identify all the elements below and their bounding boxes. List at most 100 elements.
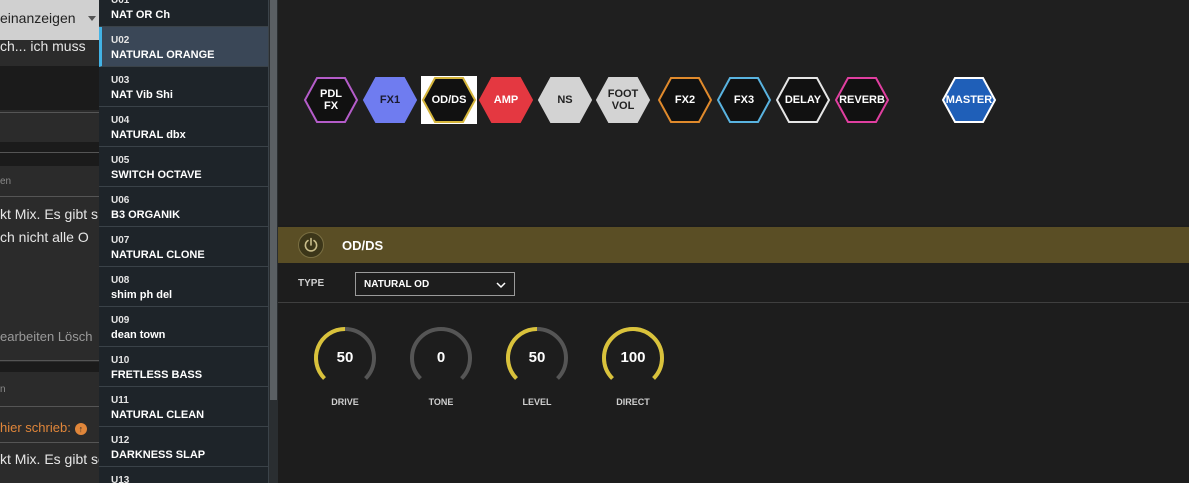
preset-name: SWITCH OCTAVE xyxy=(111,169,202,181)
knob-value: 100 xyxy=(620,349,646,366)
chain-block-delay[interactable]: DELAY xyxy=(775,76,831,124)
scrollbar-thumb[interactable] xyxy=(270,0,277,400)
chain-block-amp[interactable]: AMP xyxy=(478,76,534,124)
divider xyxy=(0,406,100,407)
preset-name: dean town xyxy=(111,329,166,341)
divider xyxy=(0,112,100,113)
forum-post-text: kt Mix. Es gibt se xyxy=(0,451,100,467)
forum-meta-text: en xyxy=(0,176,12,187)
chain-block-label: REVERB xyxy=(839,94,885,106)
forum-topbar[interactable]: einanzeigen xyxy=(0,0,100,40)
knob-label: DIRECT xyxy=(616,397,650,407)
preset-name: NATURAL dbx xyxy=(111,129,186,141)
type-select[interactable]: NATURAL OD xyxy=(355,272,515,296)
forum-post-actions[interactable]: earbeiten Lösch xyxy=(0,329,93,344)
forum-meta-text: n xyxy=(0,384,6,395)
power-button[interactable] xyxy=(298,232,324,258)
chain-block-od-ds[interactable]: OD/DS xyxy=(421,76,477,124)
preset-name: NATURAL CLEAN xyxy=(111,409,205,421)
preset-id: U12 xyxy=(111,435,130,446)
preset-item-u08[interactable]: U08 shim ph del xyxy=(99,267,268,307)
type-select-value: NATURAL OD xyxy=(364,279,430,290)
preset-item-u03[interactable]: U03 NAT Vib Shi xyxy=(99,67,268,107)
preset-id: U09 xyxy=(111,315,130,326)
signal-chain: PDL FX FX1 OD/DS AMP NS FOOT VOL FX2 FX3 DELAY REVE… xyxy=(278,0,1189,225)
preset-id: U03 xyxy=(111,75,130,86)
chain-block-foot-vol[interactable]: FOOT VOL xyxy=(595,76,651,124)
knob-value: 0 xyxy=(436,349,446,366)
preset-id: U06 xyxy=(111,195,130,206)
quote-author: hier schrieb: xyxy=(0,420,71,435)
chain-block-ns[interactable]: NS xyxy=(537,76,593,124)
knob-label: LEVEL xyxy=(522,397,552,407)
caret-down-icon[interactable] xyxy=(88,16,96,21)
chain-block-label: FX1 xyxy=(379,94,401,106)
preset-id: U01 xyxy=(111,0,130,6)
chain-block-label: OD/DS xyxy=(431,94,467,106)
arrow-up-icon[interactable]: ↑ xyxy=(74,423,87,435)
preset-item-u10[interactable]: U10 FRETLESS BASS xyxy=(99,347,268,387)
chain-block-label: FX3 xyxy=(733,94,755,106)
background-forum-page: einanzeigen ch... ich muss en kt Mix. Es… xyxy=(0,0,100,483)
preset-name: B3 ORGANIK xyxy=(111,209,181,221)
chain-block-master[interactable]: MASTER xyxy=(941,76,997,124)
preset-item-u04[interactable]: U04 NATURAL dbx xyxy=(99,107,268,147)
preset-item-u12[interactable]: U12 DARKNESS SLAP xyxy=(99,427,268,467)
preset-item-u06[interactable]: U06 B3 ORGANIK xyxy=(99,187,268,227)
chain-block-pdl-fx[interactable]: PDL FX xyxy=(303,76,359,124)
preset-item-u05[interactable]: U05 SWITCH OCTAVE xyxy=(99,147,268,187)
knob-value: 50 xyxy=(336,349,354,366)
preset-name: NAT OR Ch xyxy=(111,9,171,21)
chain-block-label: FOOT xyxy=(607,88,639,100)
forum-dropdown-text: einanzeigen xyxy=(0,10,76,26)
knob-tone[interactable]: 0 TONE xyxy=(406,325,476,415)
preset-list-scrollbar[interactable] xyxy=(269,0,278,483)
preset-id: U04 xyxy=(111,115,130,126)
knob-direct[interactable]: 100 DIRECT xyxy=(598,325,668,415)
divider xyxy=(0,360,100,361)
preset-item-u02[interactable]: U02 NATURAL ORANGE xyxy=(99,27,268,67)
chain-block-label: PDL xyxy=(320,88,342,100)
preset-id: U05 xyxy=(111,155,130,166)
preset-id: U10 xyxy=(111,355,130,366)
chain-block-label: FX2 xyxy=(674,94,696,106)
forum-post-text: ch... ich muss xyxy=(0,38,86,54)
preset-name: NATURAL CLONE xyxy=(111,249,205,261)
chain-block-label: DELAY xyxy=(784,94,822,106)
preset-item-u01[interactable]: U01 NAT OR Ch xyxy=(99,0,268,27)
preset-id: U02 xyxy=(111,35,130,46)
divider xyxy=(0,152,100,153)
effect-header-bar: OD/DS xyxy=(278,227,1189,263)
knob-level[interactable]: 50 LEVEL xyxy=(502,325,572,415)
chain-block-reverb[interactable]: REVERB xyxy=(834,76,890,124)
chain-block-label: MASTER xyxy=(945,94,993,106)
preset-name: shim ph del xyxy=(111,289,173,301)
preset-name: DARKNESS SLAP xyxy=(111,449,206,461)
type-row: TYPE NATURAL OD xyxy=(278,263,1189,303)
preset-name: FRETLESS BASS xyxy=(111,369,203,381)
preset-id: U13 xyxy=(111,475,130,483)
preset-item-u07[interactable]: U07 NATURAL CLONE xyxy=(99,227,268,267)
preset-item-u13[interactable]: U13 xyxy=(99,467,268,483)
effect-editor: PDL FX FX1 OD/DS AMP NS FOOT VOL FX2 FX3 DELAY REVE… xyxy=(278,0,1189,483)
chain-block-fx3[interactable]: FX3 xyxy=(716,76,772,124)
forum-post-text: kt Mix. Es gibt s xyxy=(0,206,99,222)
preset-id: U08 xyxy=(111,275,130,286)
forum-quote-header[interactable]: hier schrieb: ↑ xyxy=(0,420,87,435)
effect-title: OD/DS xyxy=(342,238,384,253)
forum-dark-block xyxy=(0,362,100,372)
knob-label: TONE xyxy=(428,397,454,407)
preset-item-u11[interactable]: U11 NATURAL CLEAN xyxy=(99,387,268,427)
knob-label: DRIVE xyxy=(331,397,359,407)
chain-block-label: VOL xyxy=(611,100,635,112)
preset-item-u09[interactable]: U09 dean town xyxy=(99,307,268,347)
preset-list[interactable]: U01 NAT OR Ch U02 NATURAL ORANGE U03 NAT Vib … xyxy=(99,0,269,483)
divider xyxy=(0,442,100,443)
chevron-down-icon xyxy=(496,282,506,289)
chain-block-fx2[interactable]: FX2 xyxy=(657,76,713,124)
forum-dark-block xyxy=(0,142,100,166)
knob-drive[interactable]: 50 DRIVE xyxy=(310,325,380,415)
chain-block-fx1[interactable]: FX1 xyxy=(362,76,418,124)
chain-block-label: AMP xyxy=(493,94,519,106)
chain-block-label: NS xyxy=(557,94,573,106)
